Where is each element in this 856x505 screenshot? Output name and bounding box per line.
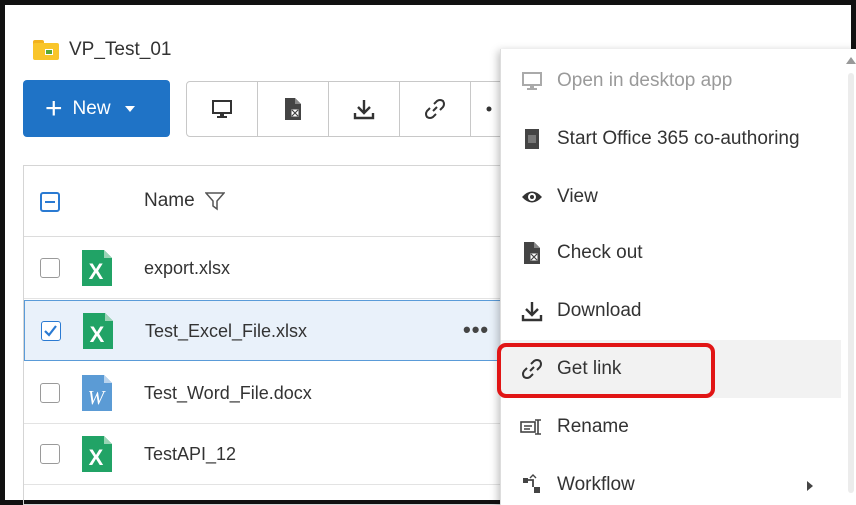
download-icon bbox=[353, 100, 375, 120]
link-icon bbox=[519, 356, 545, 382]
breadcrumb-folder-name[interactable]: VP_Test_01 bbox=[69, 39, 171, 61]
table-row[interactable]: X Test_Excel_File.xlsx ••• bbox=[24, 300, 514, 361]
menu-item-label: Download bbox=[557, 300, 642, 321]
eye-icon bbox=[519, 184, 545, 210]
menu-item-label: Workflow bbox=[557, 474, 635, 495]
more-icon bbox=[486, 106, 492, 112]
chevron-down-icon bbox=[124, 105, 135, 112]
menu-item-rename[interactable]: Rename bbox=[501, 398, 841, 456]
download-icon bbox=[519, 298, 545, 324]
menu-item-label: Get link bbox=[557, 358, 622, 379]
file-name[interactable]: Test_Excel_File.xlsx bbox=[145, 321, 307, 342]
excel-file-icon: X bbox=[82, 250, 112, 286]
download-button[interactable] bbox=[329, 82, 400, 136]
folder-icon bbox=[33, 40, 59, 60]
get-link-button[interactable] bbox=[400, 82, 471, 136]
checkout-icon bbox=[285, 98, 301, 120]
menu-item-label: Rename bbox=[557, 416, 629, 437]
chevron-right-icon bbox=[807, 481, 813, 491]
link-icon bbox=[425, 99, 445, 119]
svg-text:X: X bbox=[89, 259, 104, 284]
check-icon bbox=[44, 325, 57, 337]
word-file-icon: W bbox=[82, 375, 112, 411]
menu-item-get-link[interactable]: Get link bbox=[501, 340, 841, 398]
select-all-checkbox[interactable] bbox=[40, 192, 60, 212]
row-checkbox[interactable] bbox=[41, 321, 61, 341]
row-checkbox[interactable] bbox=[40, 383, 60, 403]
checkout-button[interactable] bbox=[258, 82, 329, 136]
filter-icon[interactable] bbox=[204, 191, 225, 211]
table-row[interactable]: X TestAPI_12 bbox=[24, 424, 514, 485]
excel-file-icon: X bbox=[83, 313, 113, 349]
name-column-label: Name bbox=[144, 190, 195, 211]
monitor-icon bbox=[212, 100, 232, 118]
grid-header: Name bbox=[24, 166, 514, 237]
plus-icon: + bbox=[45, 91, 63, 125]
row-checkbox[interactable] bbox=[40, 258, 60, 278]
context-menu: Open in desktop app Start Office 365 co-… bbox=[500, 49, 856, 505]
breadcrumb[interactable]: VP_Test_01 bbox=[33, 39, 171, 61]
file-grid: Name X export.xlsx X Test_Excel_File.xls… bbox=[23, 165, 514, 505]
new-button[interactable]: + New bbox=[23, 80, 170, 137]
menu-item-label: View bbox=[557, 186, 598, 207]
menu-item-office-coauthoring[interactable]: Start Office 365 co-authoring bbox=[501, 110, 841, 168]
table-row[interactable]: X export.xlsx bbox=[24, 238, 514, 299]
menu-item-open-desktop[interactable]: Open in desktop app bbox=[501, 52, 841, 110]
svg-text:X: X bbox=[90, 322, 105, 347]
table-row[interactable]: W Test_Word_File.docx bbox=[24, 363, 514, 424]
scroll-thumb[interactable] bbox=[848, 73, 854, 493]
svg-text:X: X bbox=[89, 445, 104, 470]
workflow-icon bbox=[519, 472, 545, 498]
name-column-header[interactable]: Name bbox=[144, 190, 225, 212]
menu-item-workflow[interactable]: Workflow bbox=[501, 456, 841, 505]
open-desktop-button[interactable] bbox=[187, 82, 258, 136]
menu-scrollbar[interactable] bbox=[846, 55, 856, 500]
action-toolbar bbox=[186, 81, 512, 137]
row-checkbox[interactable] bbox=[40, 444, 60, 464]
rename-icon bbox=[519, 414, 545, 440]
menu-item-check-out[interactable]: Check out bbox=[501, 224, 841, 282]
file-name[interactable]: Test_Word_File.docx bbox=[144, 383, 312, 404]
menu-item-label: Check out bbox=[557, 242, 643, 263]
monitor-icon bbox=[519, 68, 545, 94]
menu-item-view[interactable]: View bbox=[501, 168, 841, 226]
menu-item-label: Open in desktop app bbox=[557, 70, 733, 91]
menu-item-label: Start Office 365 co-authoring bbox=[557, 128, 800, 149]
file-name[interactable]: TestAPI_12 bbox=[144, 444, 236, 465]
checkout-icon bbox=[519, 240, 545, 266]
svg-text:W: W bbox=[88, 387, 107, 409]
scroll-up-icon[interactable] bbox=[846, 57, 856, 64]
file-name[interactable]: export.xlsx bbox=[144, 258, 230, 279]
new-button-label: New bbox=[72, 97, 111, 119]
excel-file-icon: X bbox=[82, 436, 112, 472]
menu-item-download[interactable]: Download bbox=[501, 282, 841, 340]
row-more-button[interactable]: ••• bbox=[463, 317, 489, 343]
office-icon bbox=[519, 126, 545, 152]
window-frame: VP_Test_01 + New Name X export.xlsx X Te… bbox=[0, 0, 856, 505]
